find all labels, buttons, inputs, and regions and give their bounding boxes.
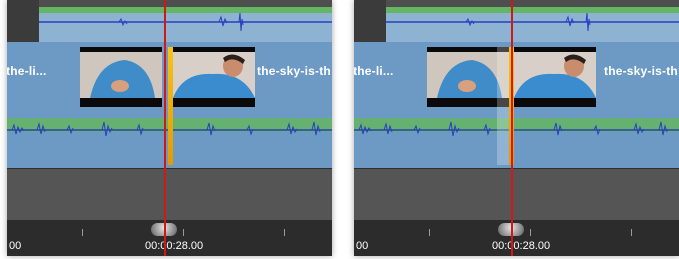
audio-track-top bbox=[354, 0, 679, 42]
clip-thumbnail-right[interactable] bbox=[173, 47, 255, 107]
clip-thumbnail-right[interactable] bbox=[514, 47, 596, 107]
track-header[interactable] bbox=[354, 0, 386, 42]
clip-title-left: s-the-li... bbox=[7, 64, 47, 78]
timeline-panel-after: s-the-li... the-sky-is-th bbox=[354, 0, 679, 256]
ruler-tick bbox=[631, 229, 632, 236]
audio-waveform bbox=[354, 121, 679, 137]
trim-edit-point[interactable] bbox=[168, 47, 173, 165]
clip-thumbnail-left[interactable] bbox=[80, 47, 162, 107]
trim-overlay bbox=[497, 47, 509, 165]
audio-track-top bbox=[7, 0, 332, 42]
ruler-tick bbox=[82, 229, 83, 236]
clip-title-left: s-the-li... bbox=[354, 64, 394, 78]
empty-track[interactable] bbox=[354, 168, 679, 221]
timeline-ruler[interactable]: 00 00:00:28.00 bbox=[7, 220, 332, 256]
video-frame-image bbox=[173, 52, 255, 98]
video-frame-image bbox=[80, 52, 162, 98]
track-header[interactable] bbox=[7, 0, 39, 42]
ruler-label-start: 00 bbox=[356, 240, 369, 252]
ruler-label-start: 00 bbox=[9, 240, 22, 252]
timeline-ruler[interactable]: 00 00:00:28.00 bbox=[354, 220, 679, 256]
timeline-panel-before: s-the-li... the-sky-is-th bbox=[7, 0, 332, 256]
video-frame-image bbox=[514, 52, 596, 98]
playhead-timecode: 00:00:28.00 bbox=[492, 240, 551, 252]
audio-clip-top[interactable] bbox=[386, 7, 679, 42]
playhead[interactable] bbox=[164, 0, 166, 256]
ruler-tick bbox=[183, 229, 184, 236]
video-track[interactable]: s-the-li... the-sky-is-th bbox=[7, 42, 332, 168]
empty-track[interactable] bbox=[7, 168, 332, 221]
audio-clip-top[interactable] bbox=[39, 7, 332, 42]
playhead-timecode: 00:00:28.00 bbox=[145, 240, 204, 252]
audio-waveform bbox=[386, 13, 679, 32]
ruler-tick bbox=[530, 229, 531, 236]
clip-title-right: the-sky-is-th bbox=[257, 64, 331, 78]
clip-title-right: the-sky-is-th bbox=[604, 64, 678, 78]
ruler-tick bbox=[429, 229, 430, 236]
audio-waveform bbox=[39, 13, 332, 32]
ruler-tick bbox=[284, 229, 285, 236]
playhead[interactable] bbox=[511, 0, 513, 256]
video-track[interactable]: s-the-li... the-sky-is-th bbox=[354, 42, 679, 168]
